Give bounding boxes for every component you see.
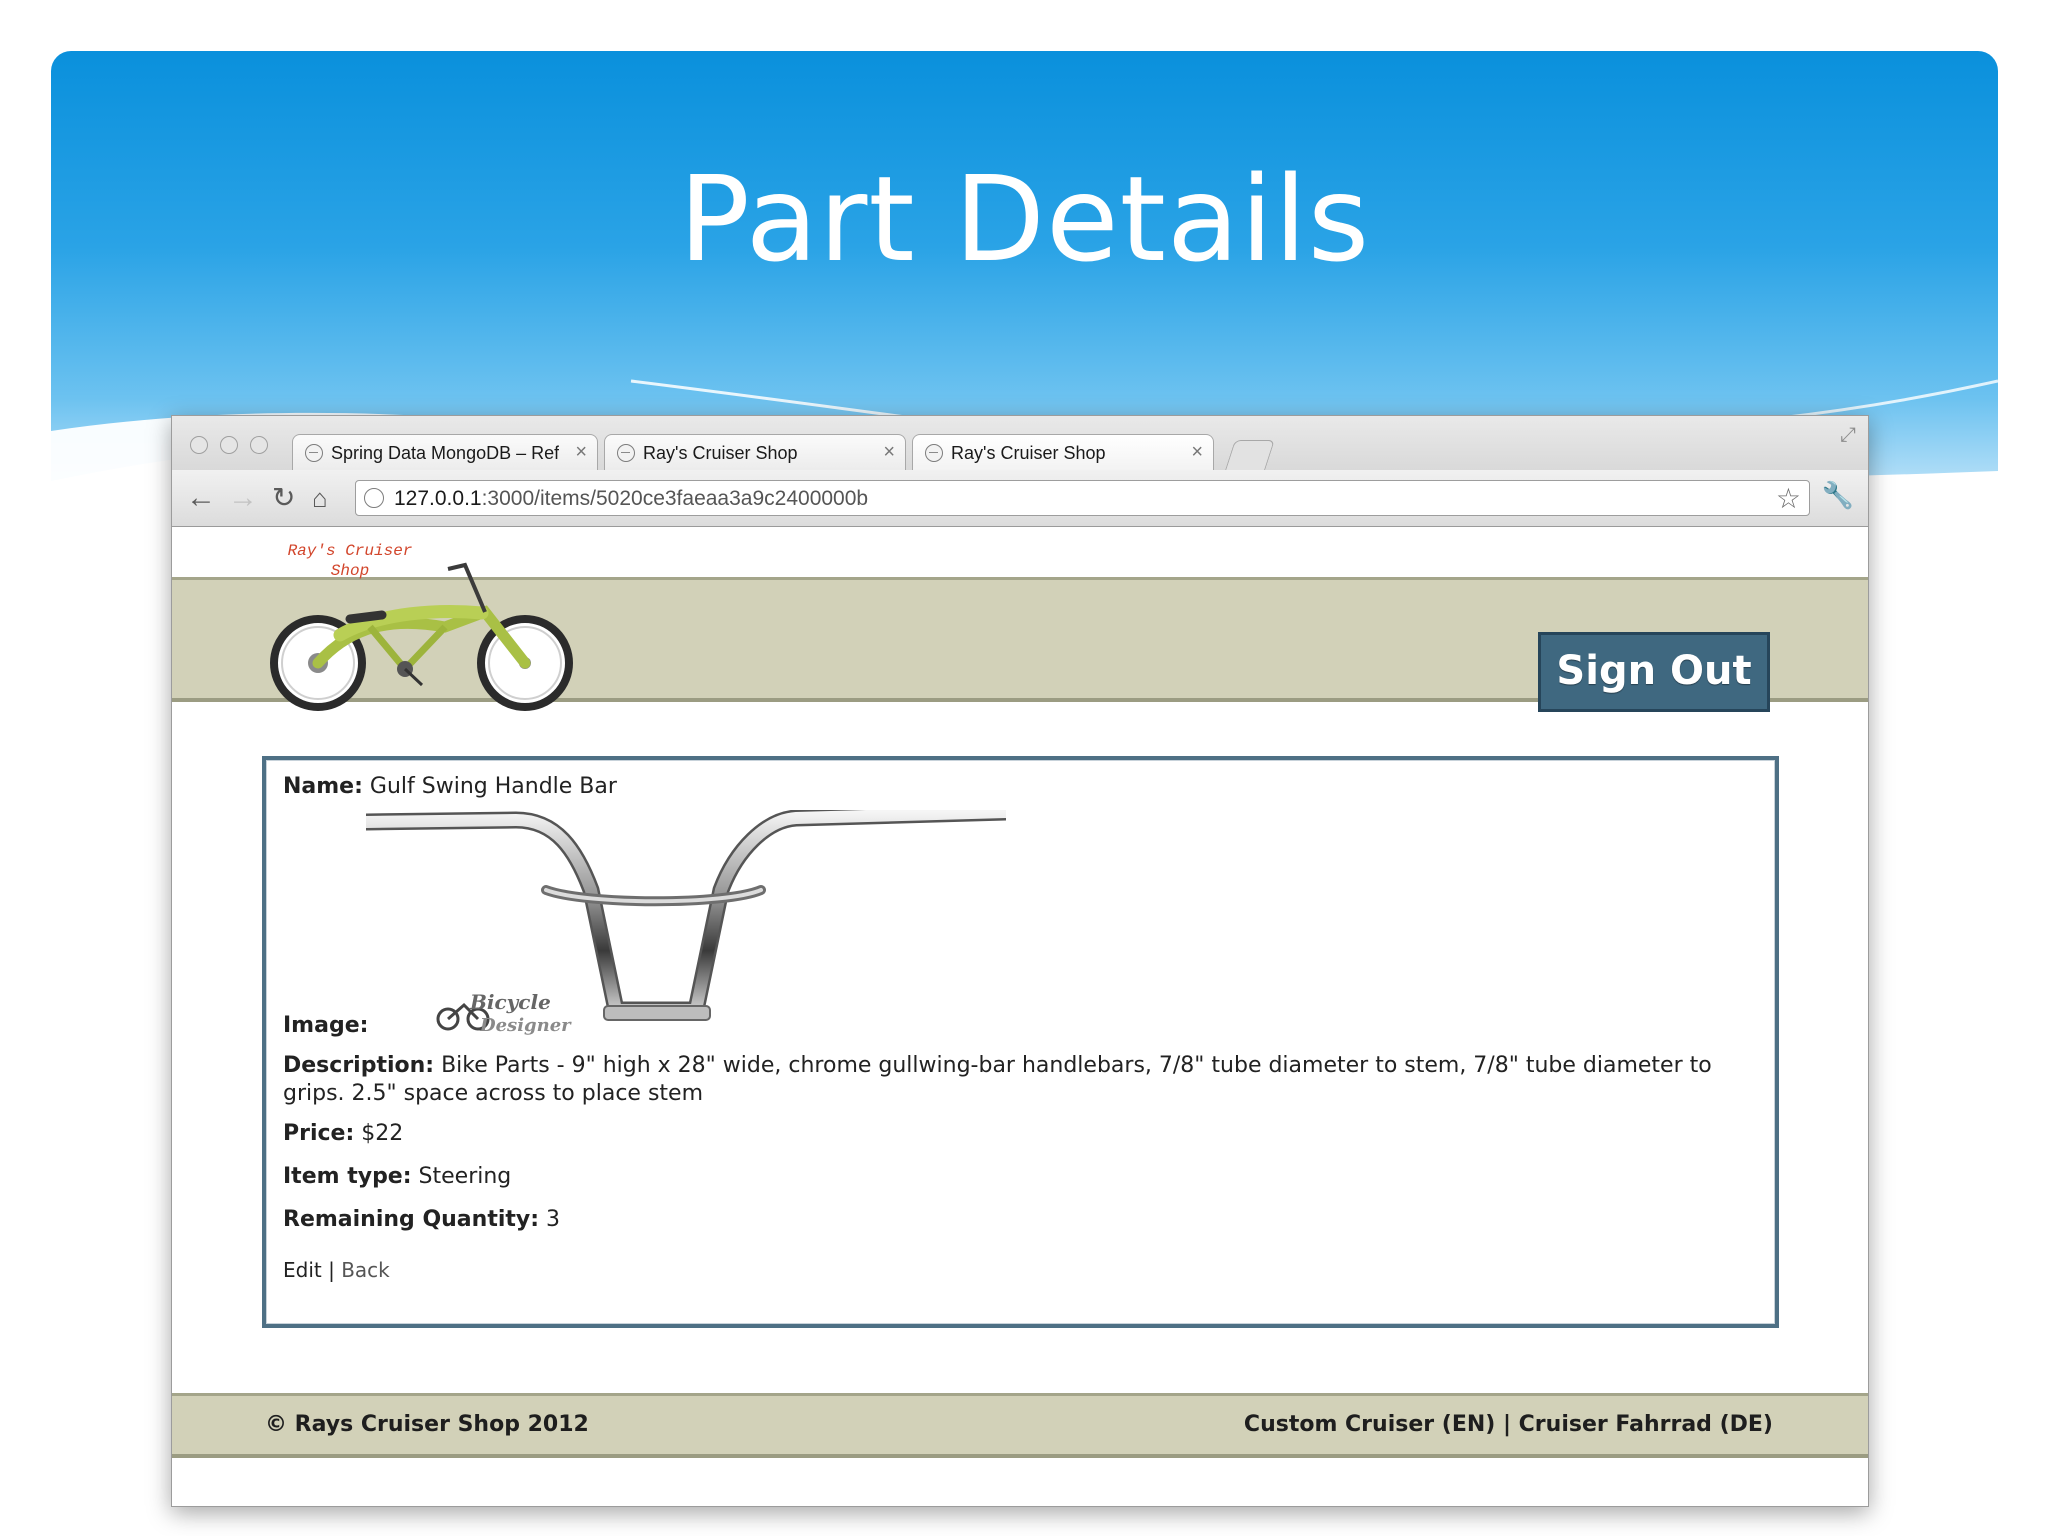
tab-label: Ray's Cruiser Shop — [643, 443, 798, 463]
item-description-row: Description: Bike Parts - 9" high x 28" … — [283, 1052, 1723, 1108]
tab-spring-data[interactable]: Spring Data MongoDB – Refe × — [292, 434, 598, 470]
link-separator: | — [328, 1258, 335, 1282]
item-actions: Edit | Back — [283, 1258, 390, 1282]
item-image-row: Image: — [283, 1013, 368, 1038]
new-tab-button[interactable] — [1225, 440, 1275, 470]
item-quantity-label: Remaining Quantity: — [283, 1207, 540, 1232]
item-name-row: Name: Gulf Swing Handle Bar — [283, 774, 617, 799]
item-description-value: Bike Parts - 9" high x 28" wide, chrome … — [283, 1053, 1712, 1106]
item-image-label: Image: — [283, 1013, 369, 1038]
item-name-label: Name: — [283, 774, 363, 799]
address-bar[interactable]: 127.0.0.1:3000/items/5020ce3faeaa3a9c240… — [355, 480, 1810, 516]
wrench-icon[interactable]: 🔧 — [1822, 480, 1854, 511]
item-price-row: Price: $22 — [283, 1121, 403, 1146]
tab-rays-cruiser-shop-1[interactable]: Ray's Cruiser Shop × — [604, 434, 906, 470]
home-icon[interactable]: ⌂ — [312, 480, 328, 516]
footer-copyright: © Rays Cruiser Shop 2012 — [265, 1412, 589, 1437]
close-icon[interactable]: × — [575, 441, 587, 464]
close-icon[interactable]: × — [883, 441, 895, 464]
back-icon[interactable]: ← — [186, 480, 216, 516]
slide-title: Part Details — [678, 150, 1371, 288]
resize-icon[interactable]: ⤢ — [1840, 424, 1856, 447]
item-type-row: Item type: Steering — [283, 1164, 511, 1189]
url-path: :3000/items/5020ce3faeaa3a9c2400000b — [481, 487, 869, 510]
sign-out-button[interactable]: Sign Out — [1538, 632, 1770, 712]
tab-rays-cruiser-shop-2[interactable]: Ray's Cruiser Shop × — [912, 434, 1214, 470]
tab-label: Spring Data MongoDB – Refe — [331, 443, 559, 463]
globe-icon — [617, 444, 635, 462]
watermark-line-1: Bicycle — [469, 990, 551, 1014]
browser-window: Spring Data MongoDB – Refe × Ray's Cruis… — [171, 415, 1869, 1507]
globe-icon — [925, 444, 943, 462]
item-price-value: $22 — [361, 1121, 404, 1146]
reload-icon[interactable]: ↻ — [272, 480, 295, 516]
forward-icon[interactable]: → — [228, 480, 258, 516]
brand-watermark: Bicycle Designer — [434, 985, 604, 1036]
web-page: Sign Out Ray's Cruiser Shop Name: Gulf S… — [172, 527, 1868, 1505]
close-icon[interactable]: × — [1191, 441, 1203, 464]
globe-icon — [305, 444, 323, 462]
window-minimize-button[interactable] — [220, 436, 238, 454]
bookmark-star-icon[interactable]: ☆ — [1776, 482, 1801, 515]
url-text: 127.0.0.1:3000/items/5020ce3faeaa3a9c240… — [394, 487, 868, 511]
tab-strip: Spring Data MongoDB – Refe × Ray's Cruis… — [172, 416, 1868, 470]
item-type-label: Item type: — [283, 1164, 412, 1189]
footer-language-links[interactable]: Custom Cruiser (EN) | Cruiser Fahrrad (D… — [1244, 1412, 1773, 1437]
item-description-label: Description: — [283, 1053, 435, 1078]
site-footer: © Rays Cruiser Shop 2012 Custom Cruiser … — [172, 1393, 1868, 1458]
back-link[interactable]: Back — [341, 1258, 390, 1282]
edit-link[interactable]: Edit — [283, 1258, 322, 1282]
globe-icon — [364, 488, 384, 508]
url-host: 127.0.0.1 — [394, 487, 482, 510]
window-close-button[interactable] — [190, 436, 208, 454]
item-details-panel: Name: Gulf Swing Handle Bar Bicycle Desi… — [262, 756, 1779, 1328]
tab-label: Ray's Cruiser Shop — [951, 443, 1106, 463]
item-name-value: Gulf Swing Handle Bar — [369, 774, 617, 799]
item-quantity-value: 3 — [546, 1207, 561, 1232]
window-zoom-button[interactable] — [250, 436, 268, 454]
cruiser-bike-logo[interactable] — [270, 557, 580, 717]
item-quantity-row: Remaining Quantity: 3 — [283, 1207, 560, 1232]
watermark-line-2: Designer — [479, 1015, 572, 1035]
item-type-value: Steering — [418, 1164, 512, 1189]
item-price-label: Price: — [283, 1121, 355, 1146]
browser-toolbar: ← → ↻ ⌂ 127.0.0.1:3000/items/5020ce3faea… — [172, 470, 1868, 527]
